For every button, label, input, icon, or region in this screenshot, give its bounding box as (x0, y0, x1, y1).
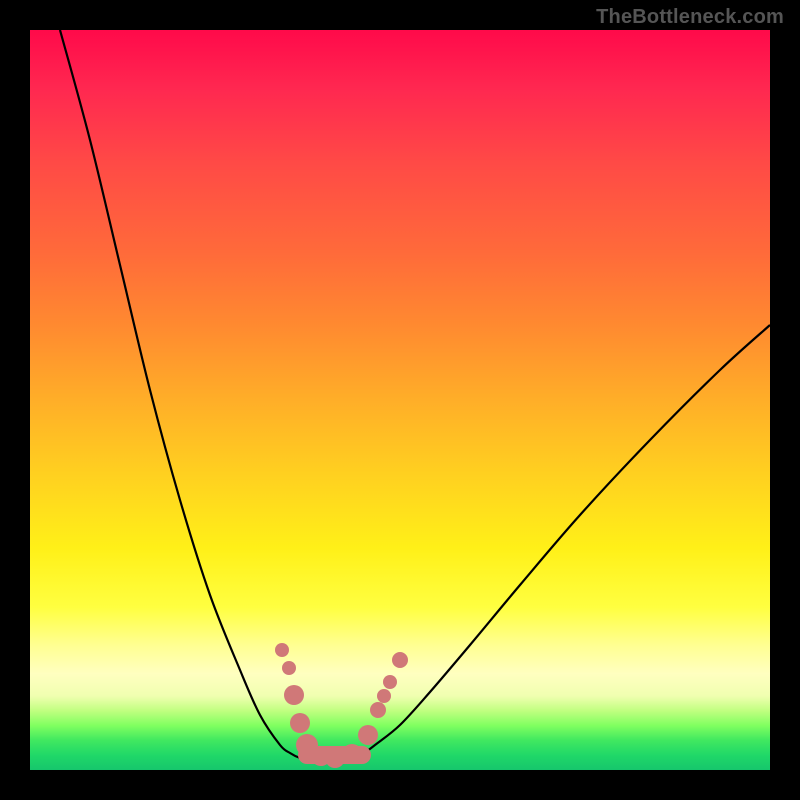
right-curve (345, 325, 770, 761)
marker-dot (358, 725, 378, 745)
marker-dot (275, 643, 289, 657)
marker-dot (392, 652, 408, 668)
marker-dot (282, 661, 296, 675)
marker-dot (377, 689, 391, 703)
marker-dot (342, 744, 362, 764)
marker-dot (383, 675, 397, 689)
marker-dot (370, 702, 386, 718)
marker-dot (290, 713, 310, 733)
chart-frame: TheBottleneck.com (0, 0, 800, 800)
marker-dot (284, 685, 304, 705)
watermark-text: TheBottleneck.com (596, 6, 784, 29)
marker-dot (325, 748, 345, 768)
chart-svg (30, 30, 770, 770)
